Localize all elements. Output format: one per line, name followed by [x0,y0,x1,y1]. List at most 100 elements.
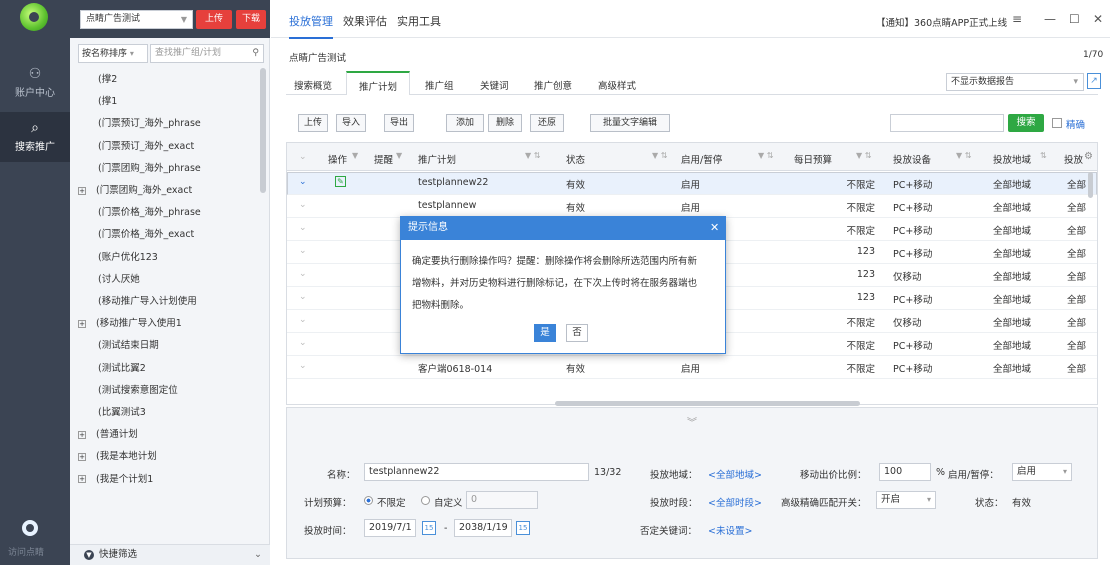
plan-search-input[interactable] [890,114,1004,132]
collapse-chevron-icon[interactable]: ︾ [687,414,697,429]
nav-account-center[interactable]: ⚇ 账户中心 [0,58,70,108]
tree-item[interactable]: (门票价格_海外_phrase [78,202,260,224]
tab-overview[interactable]: 搜索概览 [294,78,332,92]
tree-item[interactable]: (门票团购_海外_phrase [78,158,260,180]
maximize-icon[interactable]: ☐ [1069,12,1080,26]
tab-creatives[interactable]: 推广创意 [534,78,572,92]
tab-advanced[interactable]: 高级样式 [598,78,636,92]
tree-item[interactable]: (账户优化123 [78,247,260,269]
col-plan[interactable]: 推广计划 [418,152,456,166]
filter-icon[interactable]: ▼ [396,151,402,160]
bid-ratio-input[interactable]: 100 [879,463,931,481]
budget-custom-radio[interactable] [421,496,430,505]
budget-custom-input[interactable]: 0 [466,491,538,509]
row-expand-icon[interactable]: ⌄ [299,338,307,348]
toolbar-restore-button[interactable]: 还原 [530,114,564,132]
menu-delivery-mgmt[interactable]: 投放管理 [289,13,333,39]
time-link[interactable]: <全部时段> [708,495,762,509]
plan-search-button[interactable]: 搜索 [1008,114,1044,132]
export-report-icon[interactable]: ↗ [1087,73,1101,89]
col-region[interactable]: 投放地域 [993,152,1031,166]
toolbar-import-button[interactable]: 导入 [336,114,366,132]
sort-icon[interactable]: ⇅ [1040,151,1047,160]
table-horizontal-scrollbar[interactable] [555,401,860,406]
tree-item[interactable]: (测试比翼2 [78,358,260,380]
toolbar-export-button[interactable]: 导出 [384,114,414,132]
row-expand-icon[interactable]: ⌄ [299,361,307,371]
filter-sort-icon[interactable]: ▼ ⇅ [856,151,871,160]
nav-search-promo[interactable]: ⌕ 搜索推广 [0,112,70,162]
tree-item[interactable]: (讨人厌她 [78,269,260,291]
region-link[interactable]: <全部地域> [708,467,762,481]
upload-button[interactable]: 上传 [196,10,232,29]
tree-item[interactable]: + (移动推广导入使用1 [78,313,260,335]
enable-select[interactable]: 启用 ▾ [1012,463,1072,481]
notice-text[interactable]: 【通知】360点睛APP正式上线 [876,15,1007,29]
filter-sort-icon[interactable]: ▼ ⇅ [525,151,540,160]
table-vertical-scrollbar[interactable] [1088,172,1093,198]
tree-item[interactable]: (撑2 [78,69,260,91]
menu-effect-eval[interactable]: 效果评估 [343,13,387,29]
col-extra[interactable]: 投放 [1064,152,1083,166]
row-expand-icon[interactable]: ⌄ [299,246,307,256]
col-device[interactable]: 投放设备 [893,152,931,166]
row-expand-icon[interactable]: ⌄ [299,292,307,302]
expand-icon[interactable]: + [78,475,86,484]
calendar-icon[interactable]: 15 [516,521,530,535]
dialog-yes-button[interactable]: 是 [534,324,556,342]
toolbar-upload-button[interactable]: 上传 [298,114,328,132]
col-remind[interactable]: 提醒 [374,152,393,166]
menu-tools[interactable]: 实用工具 [397,13,441,29]
tree-item[interactable]: (撑1 [78,91,260,113]
expand-icon[interactable]: + [78,186,86,195]
tree-item[interactable]: (测试搜索意图定位 [78,380,260,402]
toolbar-delete-button[interactable]: 删除 [488,114,522,132]
visit-logo-icon[interactable] [22,520,38,536]
tab-plans[interactable]: 推广计划 [346,71,411,95]
calendar-icon[interactable]: 15 [422,521,436,535]
col-status[interactable]: 状态 [566,152,585,166]
filter-icon[interactable]: ▼ [352,151,358,160]
quick-filter[interactable]: ▼ 快捷筛选 ⌄ [70,544,270,565]
menu-icon[interactable]: ≡ [1012,12,1022,26]
row-expand-icon[interactable]: ⌄ [299,315,307,325]
report-select[interactable]: 不显示数据报告 ▾ [946,73,1084,91]
row-expand-icon[interactable]: ⌄ [299,269,307,279]
tree-item[interactable]: (门票预订_海外_phrase [78,113,260,135]
tree-item[interactable]: + (普通计划 [78,424,260,446]
row-expand-icon[interactable]: ⌄ [299,177,307,187]
sort-select[interactable]: 按名称排序 ▾ [78,44,148,63]
col-enable[interactable]: 启用/暂停 [681,152,722,166]
tab-groups[interactable]: 推广组 [425,78,454,92]
tree-item[interactable]: + (门票团购_海外_exact [78,180,260,202]
tree-item[interactable]: (比翼测试3 [78,402,260,424]
filter-sort-icon[interactable]: ▼ ⇅ [652,151,667,160]
filter-sort-icon[interactable]: ▼ ⇅ [956,151,971,160]
tree-item[interactable]: (门票预订_海外_exact [78,136,260,158]
chevron-down-icon[interactable]: ⌄ [299,152,307,162]
row-expand-icon[interactable]: ⌄ [299,223,307,233]
expand-icon[interactable]: + [78,452,86,461]
download-button[interactable]: 下载 [236,10,266,29]
exact-label[interactable]: 精确 [1066,117,1085,131]
filter-sort-icon[interactable]: ▼ ⇅ [758,151,773,160]
tree-item[interactable]: (门票价格_海外_exact [78,224,260,246]
toolbar-batch-edit-button[interactable]: 批量文字编辑 [590,114,670,132]
tree-item[interactable]: + (我是本地计划 [78,446,260,468]
minimize-icon[interactable]: — [1044,12,1056,26]
name-input[interactable]: testplannew22 [364,463,589,481]
tree-search-input[interactable]: 查找推广组/计划 ⚲ [150,44,264,63]
expand-icon[interactable]: + [78,430,86,439]
edit-icon[interactable]: ✎ [335,176,346,187]
tab-keywords[interactable]: 关键词 [480,78,509,92]
tree-item[interactable]: (测试结束日期 [78,335,260,357]
visit-label[interactable]: 访问点睛 [8,545,44,558]
tree-item[interactable]: (移动推广导入计划使用 [78,291,260,313]
dialog-close-icon[interactable]: ✕ [710,221,719,234]
account-select[interactable]: 点睛广告测试 ▼ [80,10,193,29]
col-budget[interactable]: 每日预算 [794,152,832,166]
tree-item[interactable]: + (我是个计划1 [78,469,260,491]
toolbar-add-button[interactable]: 添加 [446,114,484,132]
exact-checkbox[interactable] [1052,118,1062,128]
budget-unlimited-radio[interactable] [364,496,373,505]
